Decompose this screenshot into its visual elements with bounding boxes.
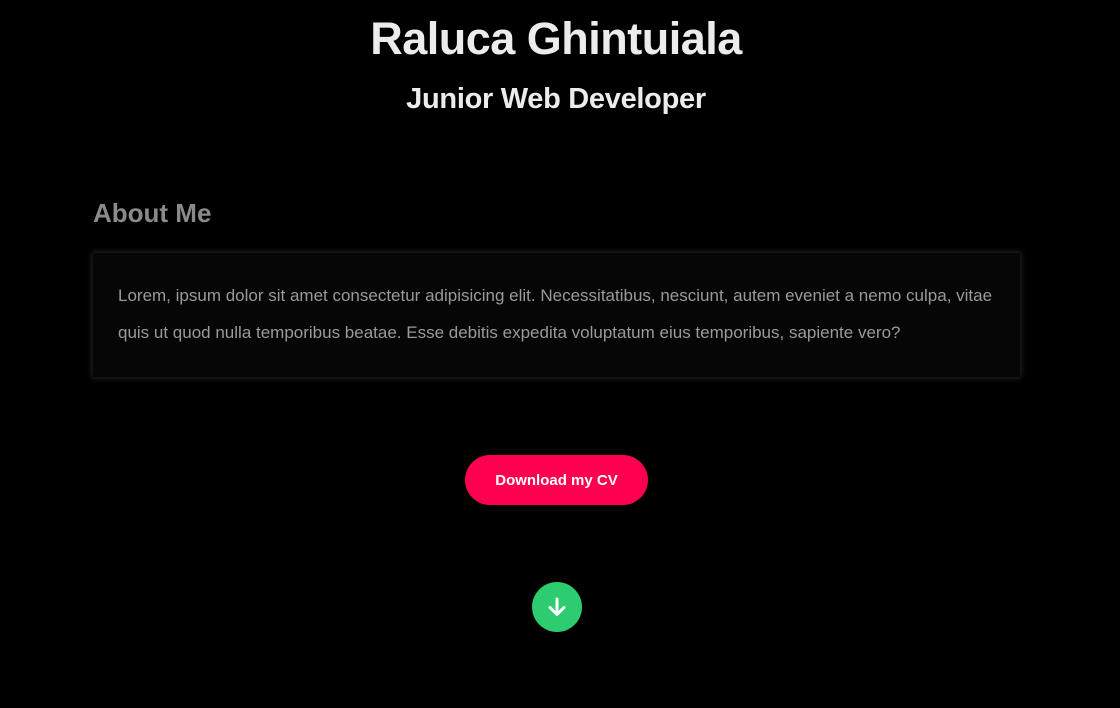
- scroll-down-button[interactable]: [532, 582, 582, 632]
- arrow-down-icon: [548, 597, 566, 616]
- about-card: Lorem, ipsum dolor sit amet consectetur …: [93, 253, 1020, 377]
- download-cv-label: Download my CV: [495, 471, 618, 489]
- page-subtitle: Junior Web Developer: [406, 83, 706, 115]
- page-title: Raluca Ghintuiala: [370, 13, 742, 64]
- about-heading: About Me: [93, 198, 212, 228]
- about-text: Lorem, ipsum dolor sit amet consectetur …: [118, 286, 993, 342]
- page: Raluca Ghintuiala Junior Web Developer A…: [0, 0, 1120, 708]
- download-cv-button[interactable]: Download my CV: [465, 455, 648, 505]
